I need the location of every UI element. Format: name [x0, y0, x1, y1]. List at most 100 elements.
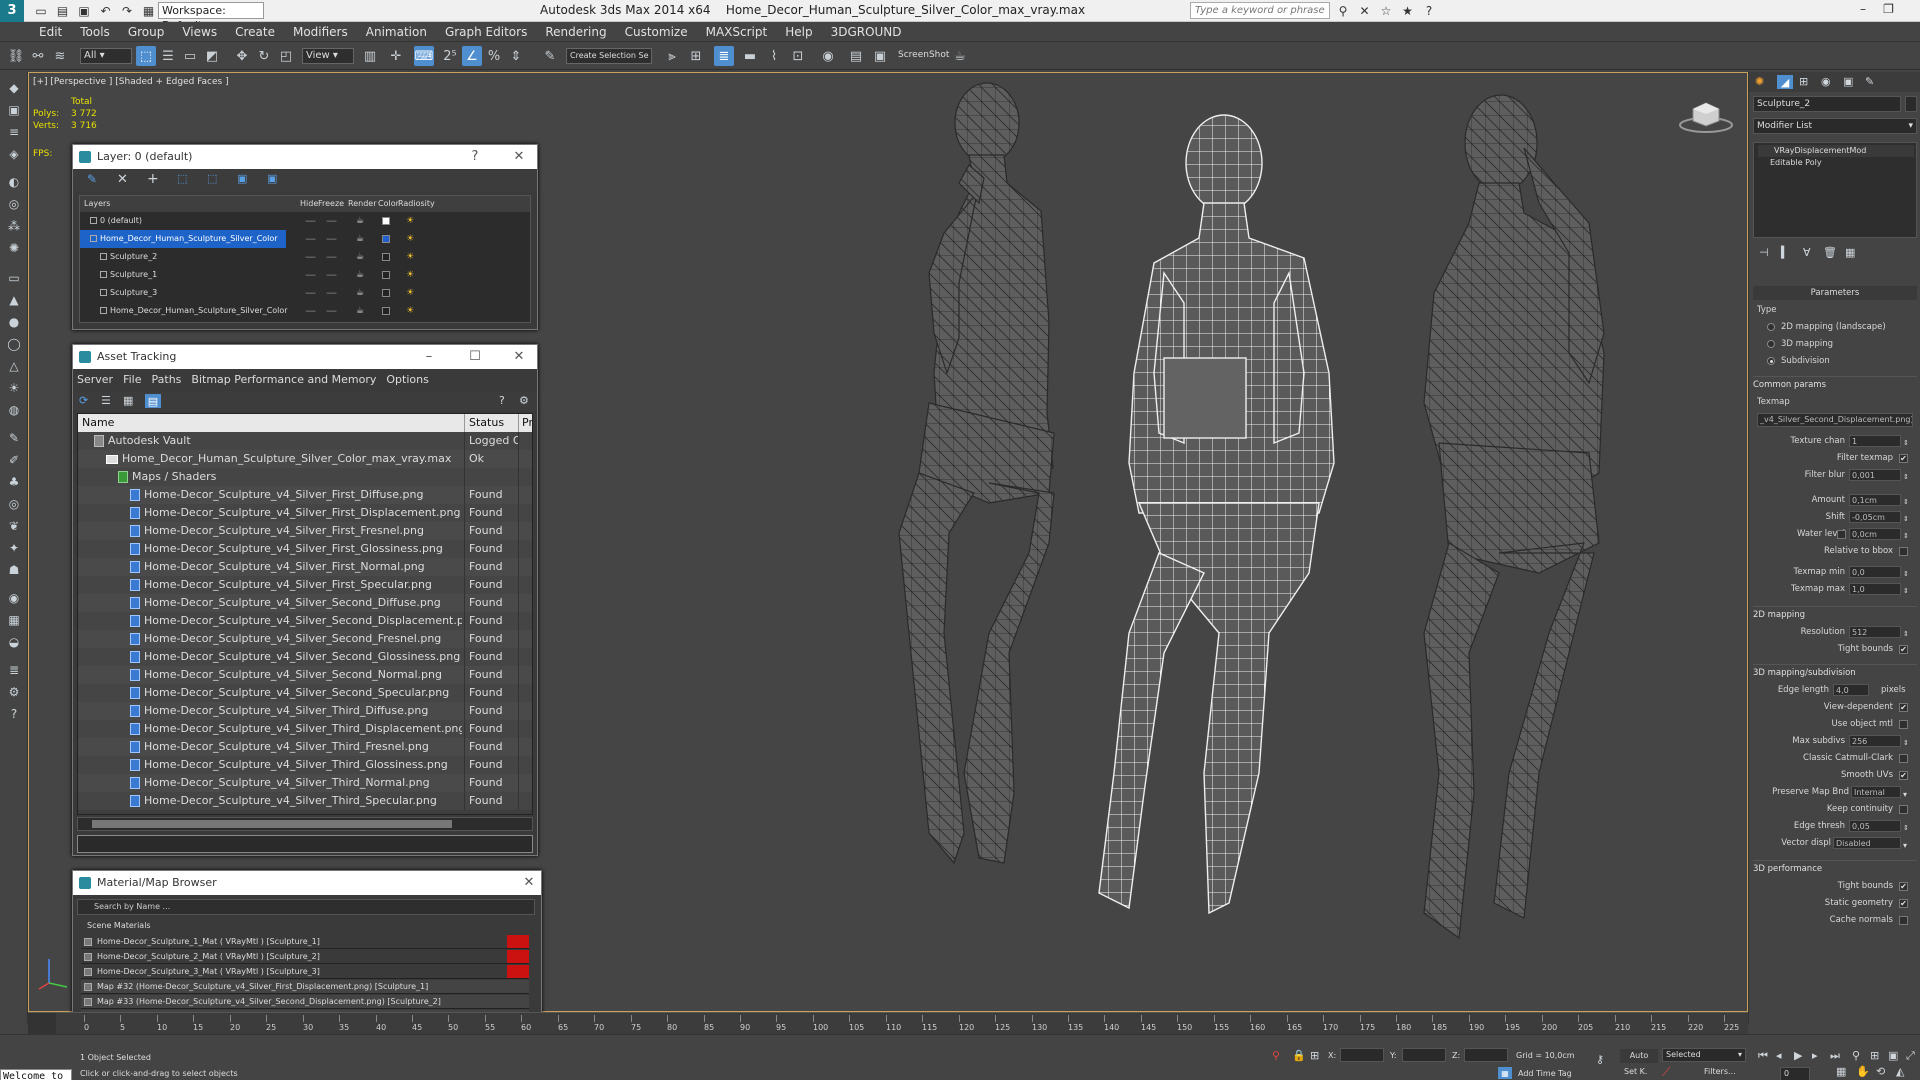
absolute-mode-icon[interactable]: ⊞: [1310, 1049, 1319, 1062]
figure-icon[interactable]: ☗: [4, 560, 24, 580]
pivot-icon[interactable]: ▥: [360, 46, 380, 66]
display-tab-icon[interactable]: ▣: [1843, 75, 1853, 88]
freeze-toggle[interactable]: —: [326, 266, 337, 284]
texmap-max-spinner[interactable]: 1,0: [1849, 583, 1901, 595]
orbit-icon[interactable]: ⟲: [1876, 1065, 1885, 1078]
radiosity-icon[interactable]: ☀: [406, 284, 414, 302]
remove-modifier-icon[interactable]: 🗑: [1823, 246, 1837, 259]
prev-frame-icon[interactable]: ◂: [1776, 1049, 1782, 1062]
asset-row[interactable]: Autodesk Vault Logged O...: [78, 432, 532, 450]
teapot-render-icon[interactable]: ☕: [950, 46, 970, 66]
hide-toggle[interactable]: —: [305, 302, 316, 320]
asset-name-cell[interactable]: Home-Decor_Sculpture_v4_Silver_First_Dis…: [78, 504, 462, 522]
asset-row[interactable]: Home-Decor_Sculpture_v4_Silver_Third_Nor…: [78, 774, 532, 792]
texture-chan-spinner[interactable]: 1: [1849, 435, 1901, 447]
make-unique-icon[interactable]: ∀: [1803, 246, 1811, 259]
time-tag-icon[interactable]: ▦: [1498, 1067, 1512, 1079]
set-key-icon[interactable]: ⟋: [1662, 1065, 1670, 1080]
material-browser-header[interactable]: Material/Map Browser ✕: [73, 871, 541, 895]
asset-name-cell[interactable]: Home-Decor_Sculpture_v4_Silver_Third_Dis…: [78, 720, 462, 738]
menu-item[interactable]: Customize: [616, 22, 697, 40]
view-dependent-checkbox[interactable]: ✔: [1899, 703, 1908, 712]
binoculars-icon[interactable]: ⚲: [1334, 2, 1352, 20]
layer-column-header[interactable]: Freeze: [318, 196, 344, 212]
menu-item[interactable]: MAXScript: [697, 22, 777, 40]
asset-name-cell[interactable]: Home-Decor_Sculpture_v4_Silver_Second_Gl…: [78, 648, 462, 666]
refresh-icon[interactable]: ⟳: [79, 394, 88, 407]
layer-row[interactable]: 0 (default) — — ☕ ☀: [80, 212, 530, 230]
key-filters-button[interactable]: Filters...: [1704, 1067, 1736, 1076]
menu-item[interactable]: 3DGROUND: [822, 22, 911, 40]
configure-sets-icon[interactable]: ▦: [1845, 246, 1855, 259]
use-object-mtl-checkbox[interactable]: [1899, 720, 1908, 729]
asset-name-cell[interactable]: Home-Decor_Sculpture_v4_Silver_First_Glo…: [78, 540, 462, 558]
asset-help-icon[interactable]: ?: [499, 394, 505, 407]
texmap-button[interactable]: _v4_Silver_Second_Displacement.png): [1757, 413, 1913, 427]
curve-editor-icon[interactable]: ⌇: [764, 46, 784, 66]
asset-name-cell[interactable]: Maps / Shaders: [78, 468, 462, 486]
render-teapot-icon[interactable]: ☕: [356, 212, 364, 230]
spinner-arrows-icon[interactable]: ⇕: [1903, 583, 1909, 600]
keyboard-shortcut-icon[interactable]: ⌨: [414, 46, 434, 66]
go-to-end-icon[interactable]: ⏭: [1830, 1049, 1840, 1063]
spacewarp-icon[interactable]: ⁂: [4, 216, 24, 236]
vector-displ-dropdown[interactable]: Disabled: [1833, 837, 1901, 849]
edit-named-selection-icon[interactable]: ✎: [540, 46, 560, 66]
field-of-view-icon[interactable]: ◭: [1896, 1065, 1904, 1078]
menu-item[interactable]: Graph Editors: [436, 22, 536, 40]
align-icon[interactable]: ⊞: [686, 46, 706, 66]
hierarchy-tab-icon[interactable]: ⊞: [1799, 75, 1808, 88]
layer-row[interactable]: Home_Decor_Human_Sculpture_Silver_Color —…: [80, 302, 530, 320]
hide-all-icon[interactable]: ▣: [237, 172, 247, 185]
layer-column-header[interactable]: Hide: [300, 196, 318, 212]
classic-catmull-checkbox[interactable]: [1899, 754, 1908, 763]
asset-row[interactable]: Home-Decor_Sculpture_v4_Silver_First_Fre…: [78, 522, 532, 540]
water-level-spinner[interactable]: 0,0cm: [1849, 528, 1901, 540]
list-view-icon[interactable]: ☰: [101, 394, 111, 407]
layer-name-cell[interactable]: Home_Decor_Human_Sculpture_Silver_Color: [80, 230, 286, 248]
utilities-tab-icon[interactable]: ✎: [1865, 75, 1874, 88]
type-radio[interactable]: [1767, 357, 1775, 365]
hide-toggle[interactable]: —: [305, 284, 316, 302]
asset-name-cell[interactable]: Home-Decor_Sculpture_v4_Silver_Third_Spe…: [78, 792, 462, 810]
freeze-toggle[interactable]: —: [326, 248, 337, 266]
layer-name-cell[interactable]: Home_Decor_Human_Sculpture_Silver_Color: [80, 302, 288, 320]
render-icon[interactable]: ▦: [4, 610, 24, 630]
asset-row[interactable]: Home-Decor_Sculpture_v4_Silver_First_Dif…: [78, 486, 532, 504]
asset-menu-item[interactable]: Server: [77, 373, 113, 386]
render-teapot-icon[interactable]: ☕: [356, 302, 364, 320]
table-view-icon[interactable]: ▤: [145, 394, 161, 408]
asset-row[interactable]: Home-Decor_Sculpture_v4_Silver_Second_Gl…: [78, 648, 532, 666]
delete-layer-icon[interactable]: ✕: [117, 172, 128, 187]
create-tab-icon[interactable]: ✺: [1755, 75, 1764, 88]
zoom-icon[interactable]: ⚲: [1852, 1049, 1860, 1062]
material-item[interactable]: Map #33 (Home-Decor_Sculpture_v4_Silver_…: [81, 995, 529, 1009]
favorites-icon[interactable]: ★: [1399, 2, 1417, 20]
max-subdivs-spinner[interactable]: 256: [1849, 735, 1901, 747]
asset-row[interactable]: Home-Decor_Sculpture_v4_Silver_First_Glo…: [78, 540, 532, 558]
asset-row[interactable]: Home-Decor_Sculpture_v4_Silver_Second_Fr…: [78, 630, 532, 648]
set-key-button[interactable]: Set K.: [1624, 1067, 1647, 1076]
asset-menu-item[interactable]: Paths: [152, 373, 182, 386]
undo-icon[interactable]: ↶: [97, 2, 115, 20]
asset-scroll-thumb[interactable]: [92, 820, 452, 828]
window-crossing-icon[interactable]: ◩: [202, 46, 222, 66]
rotate-icon[interactable]: ↻: [254, 46, 274, 66]
settings-icon[interactable]: ⚙: [4, 682, 24, 702]
cone-icon[interactable]: ▲: [4, 290, 24, 310]
spinner-snap-icon[interactable]: ⇕: [506, 46, 526, 66]
asset-column-name[interactable]: Name: [82, 414, 114, 432]
type-option-label[interactable]: 2D mapping (landscape): [1781, 319, 1917, 336]
move-icon[interactable]: ✥: [232, 46, 252, 66]
show-end-result-icon[interactable]: ▍: [1781, 246, 1789, 259]
select-by-name-icon[interactable]: ☰: [158, 46, 178, 66]
rect-selection-icon[interactable]: ▭: [180, 46, 200, 66]
create-icon[interactable]: ◆: [4, 78, 24, 98]
layer-color-swatch[interactable]: [382, 271, 390, 279]
named-selection-dropdown[interactable]: Create Selection Se ▾: [566, 48, 652, 64]
layer-color-swatch[interactable]: [382, 235, 390, 243]
render-teapot-icon[interactable]: ☕: [356, 248, 364, 266]
cache-normals-checkbox[interactable]: [1899, 916, 1908, 925]
layer-column-header[interactable]: Color: [378, 196, 399, 212]
radiosity-icon[interactable]: ☀: [406, 212, 414, 230]
